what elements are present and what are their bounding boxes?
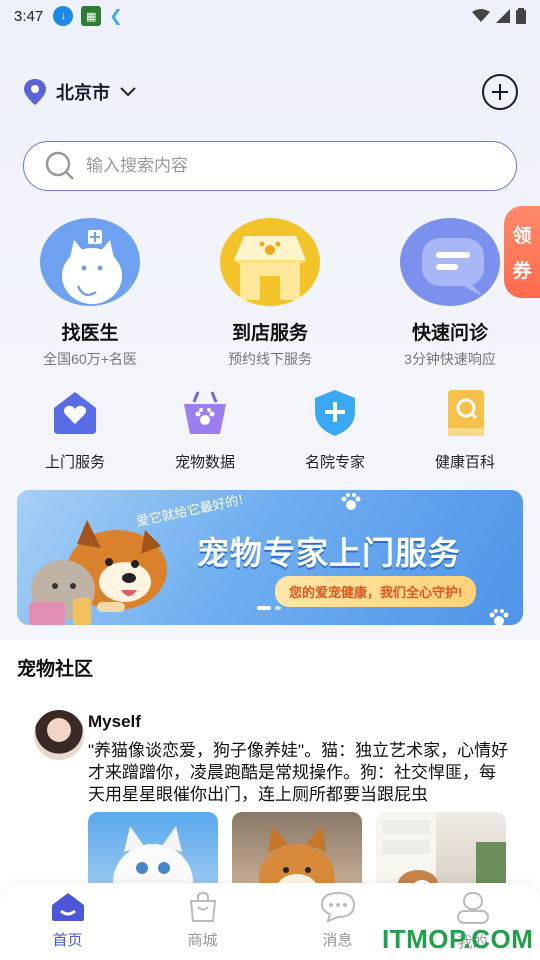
service-label: 宠物数据 bbox=[174, 454, 235, 471]
service-title: 到店服务 bbox=[231, 323, 308, 344]
service-find-doctor[interactable]: 找医生 全国60万+名医 bbox=[10, 218, 170, 369]
search-icon bbox=[45, 151, 74, 180]
shopping-bag-icon bbox=[189, 891, 216, 922]
tab-label: 商城 bbox=[187, 932, 218, 949]
indicator-dot bbox=[275, 606, 281, 610]
service-title: 找医生 bbox=[61, 323, 119, 344]
service-home-visit[interactable]: 上门服务 bbox=[20, 388, 130, 472]
paw-basket-icon bbox=[184, 391, 226, 434]
search-bar[interactable] bbox=[23, 141, 517, 191]
banner-indicator bbox=[257, 606, 281, 610]
promo-banner[interactable]: 爱它就给它最好的! 宠物专家上门服务 您的爱宠健康，我们全心守护! bbox=[17, 490, 523, 625]
chevron-down-icon bbox=[120, 87, 136, 97]
service-expert[interactable]: 名院专家 bbox=[280, 388, 390, 472]
app-notification-icon: ▦ bbox=[81, 6, 102, 26]
plus-icon bbox=[492, 84, 508, 100]
service-label: 名院专家 bbox=[304, 454, 365, 471]
post-image-beagle[interactable] bbox=[376, 812, 506, 892]
service-health-wiki[interactable]: 健康百科 bbox=[410, 388, 520, 472]
service-subtitle: 全国60万+名医 bbox=[43, 351, 137, 367]
signal-icon bbox=[496, 9, 510, 23]
indicator-dot-active bbox=[257, 606, 271, 610]
paw-decoration-icon bbox=[341, 493, 361, 510]
battery-icon bbox=[516, 8, 526, 24]
service-pet-data[interactable]: 宠物数据 bbox=[150, 388, 260, 472]
message-icon bbox=[320, 891, 355, 923]
cat-doctor-icon bbox=[40, 218, 140, 306]
home-icon bbox=[51, 893, 84, 921]
shield-plus-icon bbox=[315, 390, 355, 436]
chat-bubble-icon bbox=[400, 218, 500, 306]
service-title: 快速问诊 bbox=[411, 323, 488, 344]
location-city: 北京市 bbox=[56, 83, 110, 103]
service-store[interactable]: 到店服务 预约线下服务 bbox=[190, 218, 350, 369]
status-time: 3:47 bbox=[14, 7, 44, 25]
service-subtitle: 预约线下服务 bbox=[228, 351, 312, 367]
wifi-icon bbox=[472, 9, 490, 22]
banner-slogan: 您的爱宠健康，我们全心守护! bbox=[275, 576, 477, 607]
post-username[interactable]: Myself bbox=[88, 712, 141, 732]
status-right bbox=[472, 8, 526, 24]
tab-home[interactable]: 首页 bbox=[0, 883, 135, 960]
banner-title: 宠物专家上门服务 bbox=[197, 535, 462, 571]
service-label: 健康百科 bbox=[434, 454, 495, 471]
pet-store-icon bbox=[220, 218, 320, 306]
paw-decoration-icon bbox=[489, 609, 509, 625]
avatar[interactable] bbox=[34, 710, 84, 760]
service-label: 上门服务 bbox=[44, 454, 105, 471]
post-image-shiba[interactable] bbox=[232, 812, 362, 892]
post-text: "养猫像谈恋爱，狗子像养娃"。猫：独立艺术家，心情好才来蹭蹭你，凌晨跑酷是常规操… bbox=[88, 741, 509, 804]
profile-icon bbox=[456, 892, 489, 924]
community-heading: 宠物社区 bbox=[17, 659, 94, 680]
service-subtitle: 3分钟快速响应 bbox=[404, 351, 496, 367]
location-pin-icon bbox=[24, 79, 46, 105]
location-selector[interactable]: 北京市 bbox=[22, 78, 138, 106]
tab-mall[interactable]: 商城 bbox=[135, 883, 270, 960]
search-input[interactable] bbox=[86, 156, 466, 176]
status-bar: 3:47 ↓ ▦ ❮ bbox=[0, 0, 540, 32]
download-icon: ↓ bbox=[53, 6, 74, 26]
service-quick-consult[interactable]: 快速问诊 3分钟快速响应 bbox=[370, 218, 530, 369]
tab-label: 首页 bbox=[52, 932, 83, 949]
flutter-icon: ❮ bbox=[109, 8, 123, 25]
post-image-kitten[interactable] bbox=[88, 812, 218, 892]
home-heart-icon bbox=[54, 392, 96, 434]
book-search-icon bbox=[448, 390, 484, 436]
add-button[interactable] bbox=[482, 74, 518, 110]
tab-label: 消息 bbox=[322, 932, 353, 949]
watermark: ITMOP.COM bbox=[382, 924, 534, 954]
